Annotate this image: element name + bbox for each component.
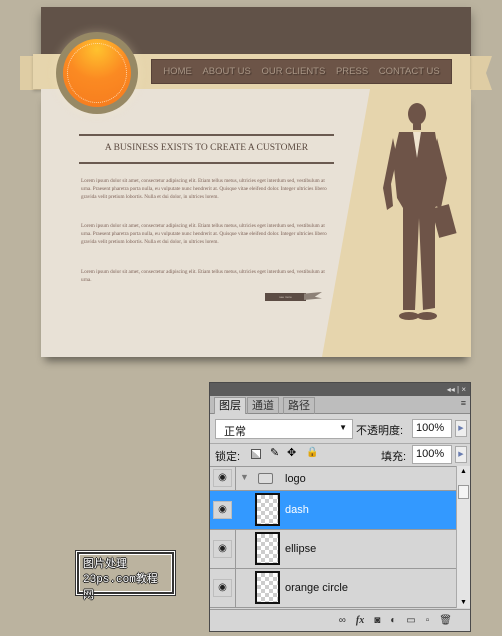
chevron-down-icon: ▼	[339, 423, 347, 432]
trash-icon[interactable]: 🗑	[439, 615, 452, 626]
paragraph-3: Lorem ipsum dolor sit amet, consectetur …	[81, 269, 325, 284]
link-layers-icon[interactable]: ∞	[339, 615, 346, 626]
fill-label: 填充:	[381, 451, 407, 463]
opacity-input[interactable]: 100%	[412, 419, 452, 438]
eye-icon[interactable]: ◉	[213, 579, 232, 597]
panel-toolbar: ∞ fx ◙ ◐ ▭ ▫ 🗑	[210, 609, 470, 631]
layer-row-logo[interactable]: ◉ ▼ logo	[210, 467, 456, 491]
nav-about[interactable]: ABOUT US	[202, 66, 250, 77]
new-layer-icon[interactable]: ▫	[426, 615, 430, 626]
adjustment-layer-icon[interactable]: ◐	[390, 615, 396, 626]
nav-press[interactable]: PRESS	[336, 66, 368, 77]
blend-mode-select[interactable]: 正常 ▼	[215, 419, 353, 439]
scroll-up-icon[interactable]: ▲	[460, 468, 467, 475]
eye-icon[interactable]: ◉	[213, 469, 232, 487]
panel-menu-icon[interactable]: ≡	[461, 398, 466, 408]
fx-icon[interactable]: fx	[356, 615, 364, 626]
watermark-line1: 图片处理	[83, 558, 127, 570]
layers-scrollbar[interactable]: ▲ ▼	[456, 466, 470, 608]
see-more-button[interactable]: see more	[265, 293, 306, 301]
divider	[210, 443, 470, 444]
page-heading: A BUSINESS EXISTS TO CREATE A CUSTOMER	[104, 143, 309, 153]
layer-name: logo	[285, 473, 306, 485]
paragraph-2: Lorem ipsum dolor sit amet, consectetur …	[81, 223, 327, 246]
lock-move-icon[interactable]: ✥	[287, 446, 296, 459]
scroll-thumb[interactable]	[458, 485, 469, 499]
lock-transparent-icon[interactable]	[251, 449, 261, 459]
layer-name: ellipse	[285, 543, 317, 555]
layer-name: orange circle	[285, 582, 348, 594]
fill-input[interactable]: 100%	[412, 445, 452, 464]
add-mask-icon[interactable]: ◙	[374, 615, 380, 626]
fill-slider-button[interactable]: ▶	[455, 446, 467, 463]
scroll-down-icon[interactable]: ▼	[460, 599, 467, 606]
folder-icon	[258, 473, 273, 484]
nav-bar: HOME ABOUT US OUR CLIENTS PRESS CONTACT …	[151, 59, 452, 84]
layer-thumbnail	[255, 571, 280, 604]
opacity-label: 不透明度:	[356, 425, 404, 437]
logo-dash-ring	[67, 43, 127, 103]
tab-layers[interactable]: 图层	[214, 397, 246, 414]
lock-brush-icon[interactable]: ✎	[270, 446, 279, 459]
eye-icon[interactable]: ◉	[213, 501, 232, 519]
layers-panel: ◂◂ | × 图层 通道 路径 ≡ 正常 ▼ 不透明度: 100% ▶ 锁定: …	[209, 382, 471, 632]
businessman-illustration	[383, 103, 457, 320]
nav-home[interactable]: HOME	[163, 66, 192, 77]
watermark-logo: 图片处理 23ps.com教程网	[75, 550, 176, 601]
new-group-icon[interactable]: ▭	[406, 615, 415, 626]
blend-mode-value: 正常	[224, 426, 246, 438]
heading-rule-top	[79, 134, 334, 136]
expand-triangle-icon[interactable]: ▼	[240, 472, 249, 482]
lock-label: 锁定:	[215, 451, 241, 463]
eye-icon[interactable]: ◉	[213, 540, 232, 558]
paragraph-1: Lorem ipsum dolor sit amet, consectetur …	[81, 178, 327, 201]
nav-contact[interactable]: CONTACT US	[379, 66, 440, 77]
layer-thumbnail	[255, 532, 280, 565]
panel-tabs: 图层 通道 路径 ≡	[210, 396, 470, 414]
panel-titlebar[interactable]: ◂◂ | ×	[210, 383, 470, 396]
layer-name: dash	[285, 504, 309, 516]
lock-all-icon[interactable]: 🔒	[306, 447, 318, 458]
layer-row-ellipse[interactable]: ◉ ellipse	[210, 530, 456, 569]
layer-row-orange-circle[interactable]: ◉ orange circle	[210, 569, 456, 608]
tab-paths[interactable]: 路径	[283, 397, 315, 414]
layers-list: ◉ ▼ logo ◉ dash ◉ ellipse ◉ orange circl…	[210, 466, 456, 608]
layer-row-dash[interactable]: ◉ dash	[210, 491, 456, 530]
nav-clients[interactable]: OUR CLIENTS	[261, 66, 325, 77]
opacity-slider-button[interactable]: ▶	[455, 420, 467, 437]
tab-channels[interactable]: 通道	[247, 397, 279, 414]
layer-thumbnail	[255, 493, 280, 526]
heading-rule-bottom	[79, 162, 334, 164]
watermark-line2: 23ps.com	[83, 574, 136, 586]
